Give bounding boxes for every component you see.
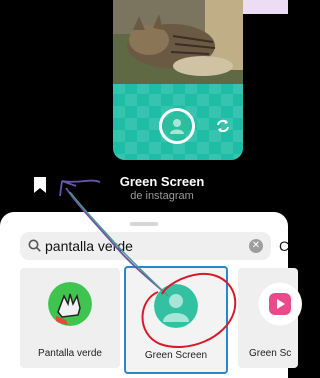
- effects-results: Pantalla verde Green Screen Green Sc: [0, 266, 302, 378]
- capture-button[interactable]: [159, 108, 195, 144]
- effect-label: Pantalla verde: [38, 348, 102, 359]
- flip-camera-icon[interactable]: [214, 117, 232, 135]
- effect-card-pantalla-verde[interactable]: Pantalla verde: [20, 268, 120, 368]
- effects-sheet: ✕ C Pantalla verde Green Screen: [0, 212, 302, 378]
- annotation-arrowhead: [59, 179, 101, 197]
- search-input[interactable]: [45, 237, 245, 255]
- cancel-button[interactable]: C: [279, 238, 289, 254]
- effect-author: de instagram: [130, 190, 194, 202]
- effect-card-green-screen-video[interactable]: Green Sc: [238, 268, 302, 368]
- bookmark-icon[interactable]: [33, 177, 47, 193]
- effect-title: Green Screen: [119, 174, 205, 189]
- effect-label: Green Screen: [144, 350, 208, 361]
- effect-thumbnail: [258, 282, 302, 326]
- search-icon: [28, 239, 41, 252]
- clear-icon[interactable]: ✕: [249, 239, 263, 253]
- effect-label: Green Sc: [249, 348, 292, 359]
- sheet-grabber[interactable]: [130, 222, 158, 226]
- cat-photo: [113, 0, 243, 84]
- effect-thumbnail: [48, 282, 92, 326]
- search-bar[interactable]: ✕: [20, 232, 271, 260]
- effect-card-green-screen[interactable]: Green Screen: [124, 266, 228, 374]
- camera-preview: [113, 0, 243, 160]
- person-icon: [164, 113, 190, 139]
- effect-thumbnail: [154, 284, 198, 328]
